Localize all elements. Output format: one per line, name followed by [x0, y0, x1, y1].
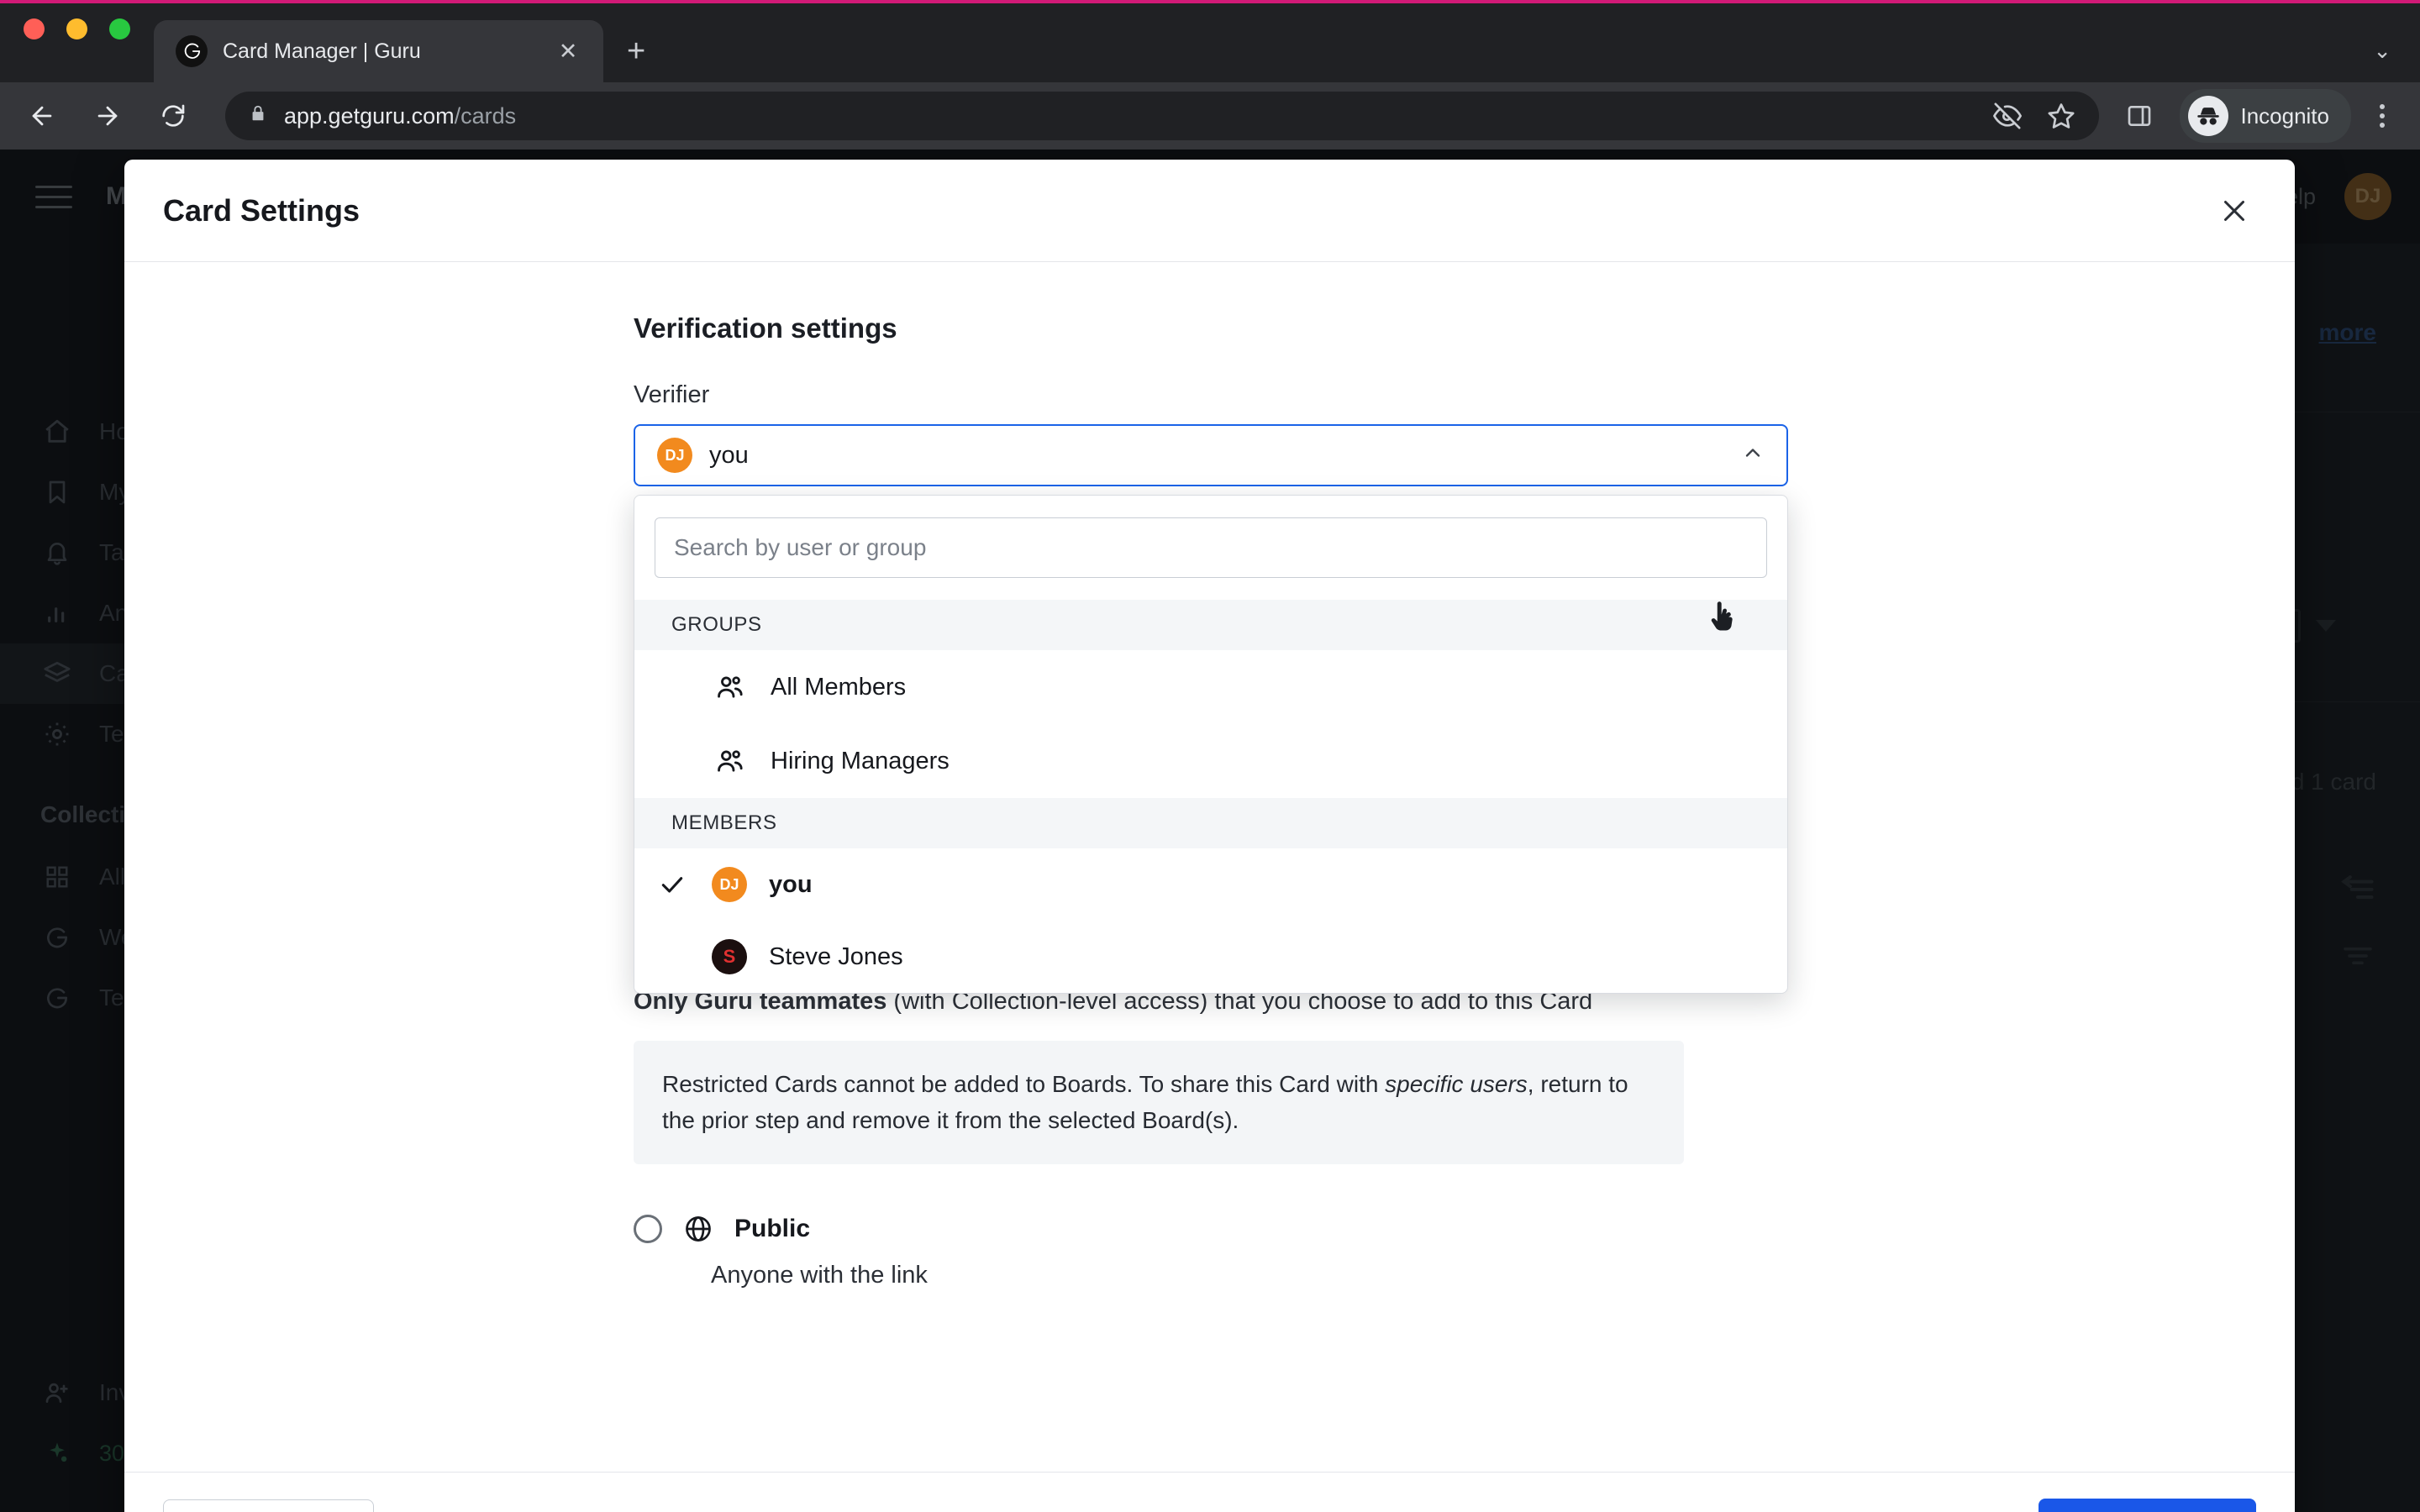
close-icon[interactable]: ✕ [550, 39, 587, 65]
maximize-window-button[interactable] [109, 18, 130, 39]
people-icon [712, 669, 749, 706]
browser-tab[interactable]: Card Manager | Guru ✕ [154, 20, 603, 82]
radio-unchecked-icon[interactable] [634, 1214, 662, 1243]
verifier-dropdown: GROUPS All Members [634, 495, 1788, 994]
public-option-sublabel: Anyone with the link [711, 1261, 928, 1289]
modal-body: Verification settings Verifier DJ you Se… [124, 262, 2295, 1472]
window-controls [24, 0, 130, 82]
minimize-window-button[interactable] [66, 18, 87, 39]
dropdown-search-wrapper [634, 496, 1787, 600]
incognito-icon [2188, 96, 2229, 136]
new-tab-button[interactable]: + [627, 35, 645, 82]
tab-title: Card Manager | Guru [223, 39, 421, 63]
browser-toolbar: app.getguru.com/cards Incognito [0, 82, 2420, 150]
reload-icon[interactable] [151, 94, 195, 138]
avatar: DJ [712, 867, 747, 902]
save-draft-button[interactable]: Save as draft [163, 1499, 374, 1512]
back-icon[interactable] [20, 94, 64, 138]
close-icon[interactable] [2211, 187, 2258, 234]
address-bar[interactable]: app.getguru.com/cards [225, 92, 2100, 140]
note-part-one: Restricted Cards cannot be added to Boar… [662, 1071, 1386, 1098]
dropdown-option-all-members[interactable]: All Members [634, 650, 1787, 724]
people-icon [712, 743, 749, 780]
avatar: S [712, 939, 747, 974]
dropdown-option-label: you [769, 870, 813, 898]
lock-icon [249, 104, 267, 129]
page-viewport: Home My Tas [0, 150, 2420, 1512]
verifier-label: Verifier [634, 381, 710, 408]
chevron-up-icon [1741, 441, 1765, 470]
globe-icon [682, 1213, 714, 1245]
dropdown-option-you[interactable]: DJ you [634, 848, 1787, 921]
url-text: app.getguru.com/cards [284, 103, 516, 129]
three-dot-menu-icon[interactable] [2373, 104, 2391, 128]
dropdown-option-steve-jones[interactable]: S Steve Jones [634, 921, 1787, 993]
dropdown-groups-header: GROUPS [634, 600, 1787, 650]
forward-icon[interactable] [86, 94, 129, 138]
check-icon [655, 871, 690, 898]
section-title: Verification settings [634, 312, 897, 344]
public-option-row[interactable]: Public [634, 1213, 1788, 1245]
public-option-label: Public [734, 1214, 811, 1242]
guru-logo-icon [176, 35, 208, 67]
dropdown-option-label: All Members [771, 673, 907, 701]
dropdown-option-label: Steve Jones [769, 942, 903, 970]
verifier-selected-value: you [709, 441, 749, 469]
modal-header: Card Settings [124, 160, 2295, 262]
tab-search-icon[interactable]: ⌄ [2373, 38, 2391, 64]
verifier-select[interactable]: DJ you [634, 424, 1788, 486]
page-title: Card Settings [163, 192, 360, 228]
dropdown-members-header: MEMBERS [634, 798, 1787, 848]
note-italic: specific users [1385, 1071, 1528, 1098]
tab-strip: Card Manager | Guru ✕ + ⌄ [0, 0, 2420, 82]
avatar: DJ [657, 438, 692, 473]
dropdown-option-hiring-managers[interactable]: Hiring Managers [634, 724, 1787, 798]
incognito-indicator[interactable]: Incognito [2180, 89, 2351, 143]
url-path: /cards [454, 102, 517, 129]
incognito-label: Incognito [2240, 102, 2329, 129]
url-host: app.getguru.com [284, 102, 455, 129]
dropdown-option-label: Hiring Managers [771, 747, 950, 774]
modal-footer: Save as draft Back Publish Card [124, 1472, 2295, 1512]
close-window-button[interactable] [24, 18, 45, 39]
browser-window: Card Manager | Guru ✕ + ⌄ app.getguru.co… [0, 0, 2420, 1512]
star-icon[interactable] [2047, 102, 2075, 130]
eye-off-icon[interactable] [1993, 102, 2023, 130]
restricted-note: Restricted Cards cannot be added to Boar… [634, 1041, 1684, 1164]
publish-card-button[interactable]: Publish Card [2039, 1499, 2256, 1512]
dropdown-search-input[interactable] [655, 517, 1767, 578]
settings-form: Verification settings Verifier DJ you Se… [634, 312, 1788, 1289]
card-settings-modal: Card Settings Verification settings Veri… [124, 160, 2295, 1512]
footer-actions: Back Publish Card [1949, 1499, 2256, 1512]
side-panel-icon[interactable] [2126, 102, 2153, 129]
